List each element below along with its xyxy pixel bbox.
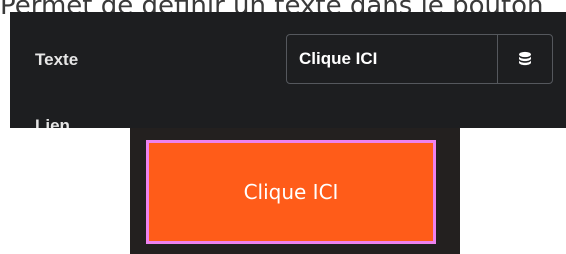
text-field-input[interactable] (286, 34, 498, 84)
database-icon (519, 51, 531, 65)
preview-button[interactable]: Clique ICI (146, 140, 436, 244)
editor-panel: Texte Lien (10, 12, 566, 128)
dynamic-data-button[interactable] (497, 34, 553, 84)
text-field-label: Texte (35, 50, 79, 69)
link-field-label: Lien (35, 116, 70, 128)
button-preview-area: Clique ICI (130, 128, 460, 254)
